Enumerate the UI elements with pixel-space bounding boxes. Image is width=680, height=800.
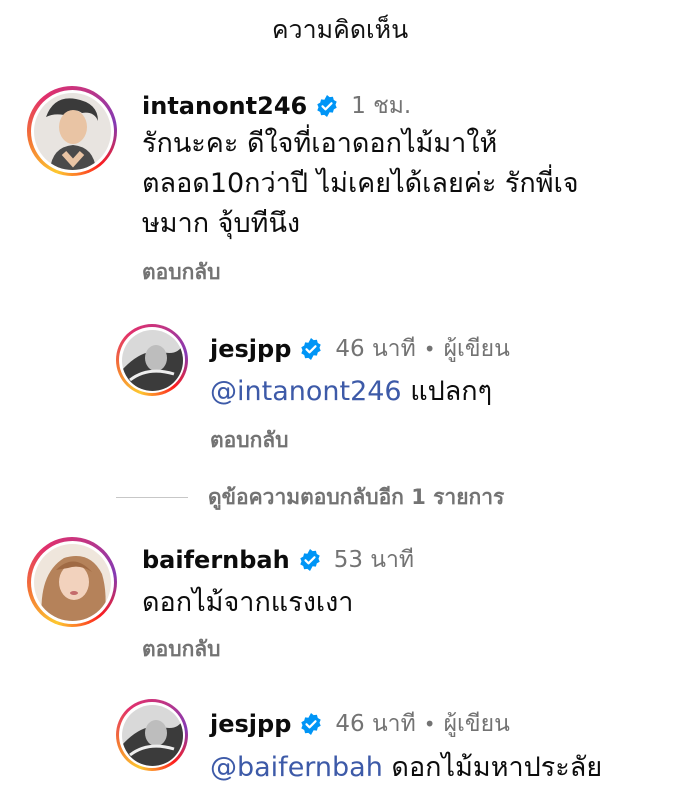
comment-time: 53 นาที	[333, 547, 415, 573]
comment-body: ดอกไม้มหาประลัย	[382, 752, 603, 783]
divider-line	[116, 497, 188, 498]
comments-header: ความคิดเห็น	[0, 0, 680, 54]
username[interactable]: jesjpp	[210, 335, 291, 363]
username[interactable]: intanont246	[142, 92, 307, 120]
verified-badge-icon	[299, 712, 323, 736]
comment-text: รักนะคะ ดีใจที่เอาดอกไม้มาให้ ตลอด10กว่า…	[142, 124, 662, 244]
reply-button[interactable]: ตอบกลับ	[142, 633, 221, 666]
comment-text: @baifernbah ดอกไม้มหาประลัย	[210, 748, 602, 788]
comment-text: @intanont246 แปลกๆ	[210, 372, 492, 412]
verified-badge-icon	[299, 337, 323, 361]
reply-button[interactable]: ตอบกลับ	[142, 256, 221, 289]
view-more-replies[interactable]: ดูข้อความตอบกลับอีก 1 รายการ	[116, 481, 504, 514]
comment-line: ษมาก จุ้บทีนึง	[142, 208, 301, 239]
page-title: ความคิดเห็น	[271, 15, 409, 44]
avatar[interactable]	[27, 86, 117, 176]
reply-button[interactable]: ตอบกลับ	[210, 424, 289, 457]
separator-dot: •	[423, 712, 436, 736]
comment-time: 46 นาที	[335, 711, 416, 737]
username[interactable]: jesjpp	[210, 710, 291, 738]
mention-link[interactable]: @intanont246	[210, 376, 402, 407]
comment-time: 46 นาที	[335, 336, 416, 362]
comment-line: ตลอด10กว่าปี ไม่เคยได้เลยค่ะ รักพี่เจ	[142, 168, 579, 199]
comment-body: แปลกๆ	[401, 376, 493, 407]
mention-link[interactable]: @baifernbah	[210, 752, 383, 783]
avatar[interactable]	[116, 324, 188, 396]
comment-line: รักนะคะ ดีใจที่เอาดอกไม้มาให้	[142, 128, 498, 159]
author-tag: ผู้เขียน	[443, 711, 510, 737]
verified-badge-icon	[315, 94, 339, 118]
avatar[interactable]	[116, 699, 188, 771]
avatar[interactable]	[27, 537, 117, 627]
verified-badge-icon	[298, 548, 322, 572]
comment-text: ดอกไม้จากแรงเงา	[142, 587, 354, 618]
username[interactable]: baifernbah	[142, 546, 290, 574]
separator-dot: •	[423, 337, 436, 361]
comment-time: 1 ชม.	[351, 93, 412, 119]
author-tag: ผู้เขียน	[443, 336, 510, 362]
view-more-replies-label[interactable]: ดูข้อความตอบกลับอีก 1 รายการ	[208, 481, 504, 514]
